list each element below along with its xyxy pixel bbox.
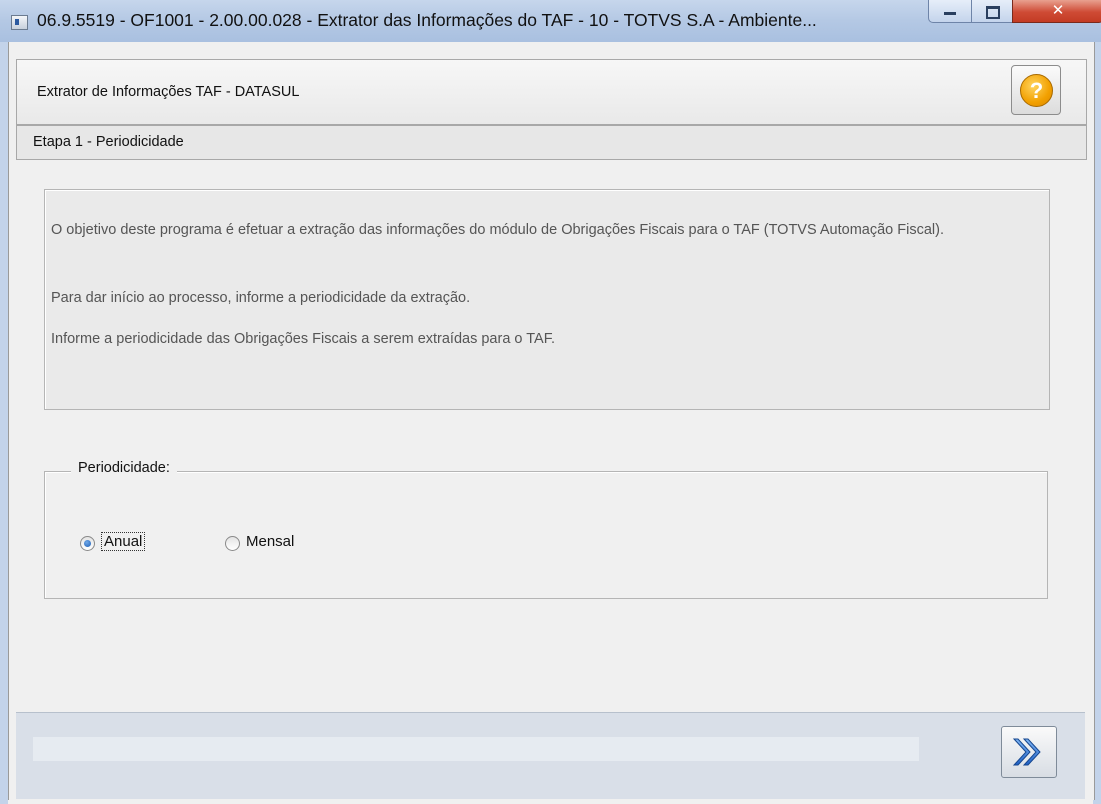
periodicity-legend: Periodicidade: (71, 460, 177, 476)
intro-paragraph: Para dar início ao processo, informe a p… (51, 290, 471, 306)
next-icon (1012, 738, 1041, 766)
maximize-icon[interactable] (971, 0, 1013, 23)
step-title: Etapa 1 - Periodicidade (33, 134, 184, 150)
help-icon: ? (1020, 74, 1053, 107)
title-bar: 06.9.5519 - OF1001 - 2.00.00.028 - Extra… (0, 0, 1101, 43)
step-bar: Etapa 1 - Periodicidade (16, 125, 1087, 160)
page-title: Extrator de Informações TAF - DATASUL (37, 84, 300, 100)
window-frame-left (0, 42, 8, 804)
radio-label-anual[interactable]: Anual (101, 532, 146, 551)
help-button[interactable]: ? (1011, 65, 1061, 115)
window-title: 06.9.5519 - OF1001 - 2.00.00.028 - Extra… (37, 10, 817, 30)
intro-paragraph: Informe a periodicidade das Obrigações F… (51, 331, 555, 347)
radio-button-checked[interactable] (80, 536, 95, 551)
intro-panel: O objetivo deste programa é efetuar a ex… (44, 189, 1050, 410)
periodicity-group (44, 471, 1048, 599)
radio-label-mensal[interactable]: Mensal (246, 533, 294, 550)
radio-anual[interactable]: Anual (80, 532, 160, 556)
minimize-icon[interactable] (928, 0, 972, 23)
app-icon (11, 15, 28, 30)
status-field (33, 737, 919, 761)
intro-paragraph: O objetivo deste programa é efetuar a ex… (51, 222, 944, 238)
radio-mensal[interactable]: Mensal (225, 532, 315, 556)
header-bar: Extrator de Informações TAF - DATASUL (16, 59, 1087, 125)
next-button[interactable] (1001, 726, 1057, 778)
close-icon[interactable] (1012, 0, 1101, 23)
radio-button[interactable] (225, 536, 240, 551)
